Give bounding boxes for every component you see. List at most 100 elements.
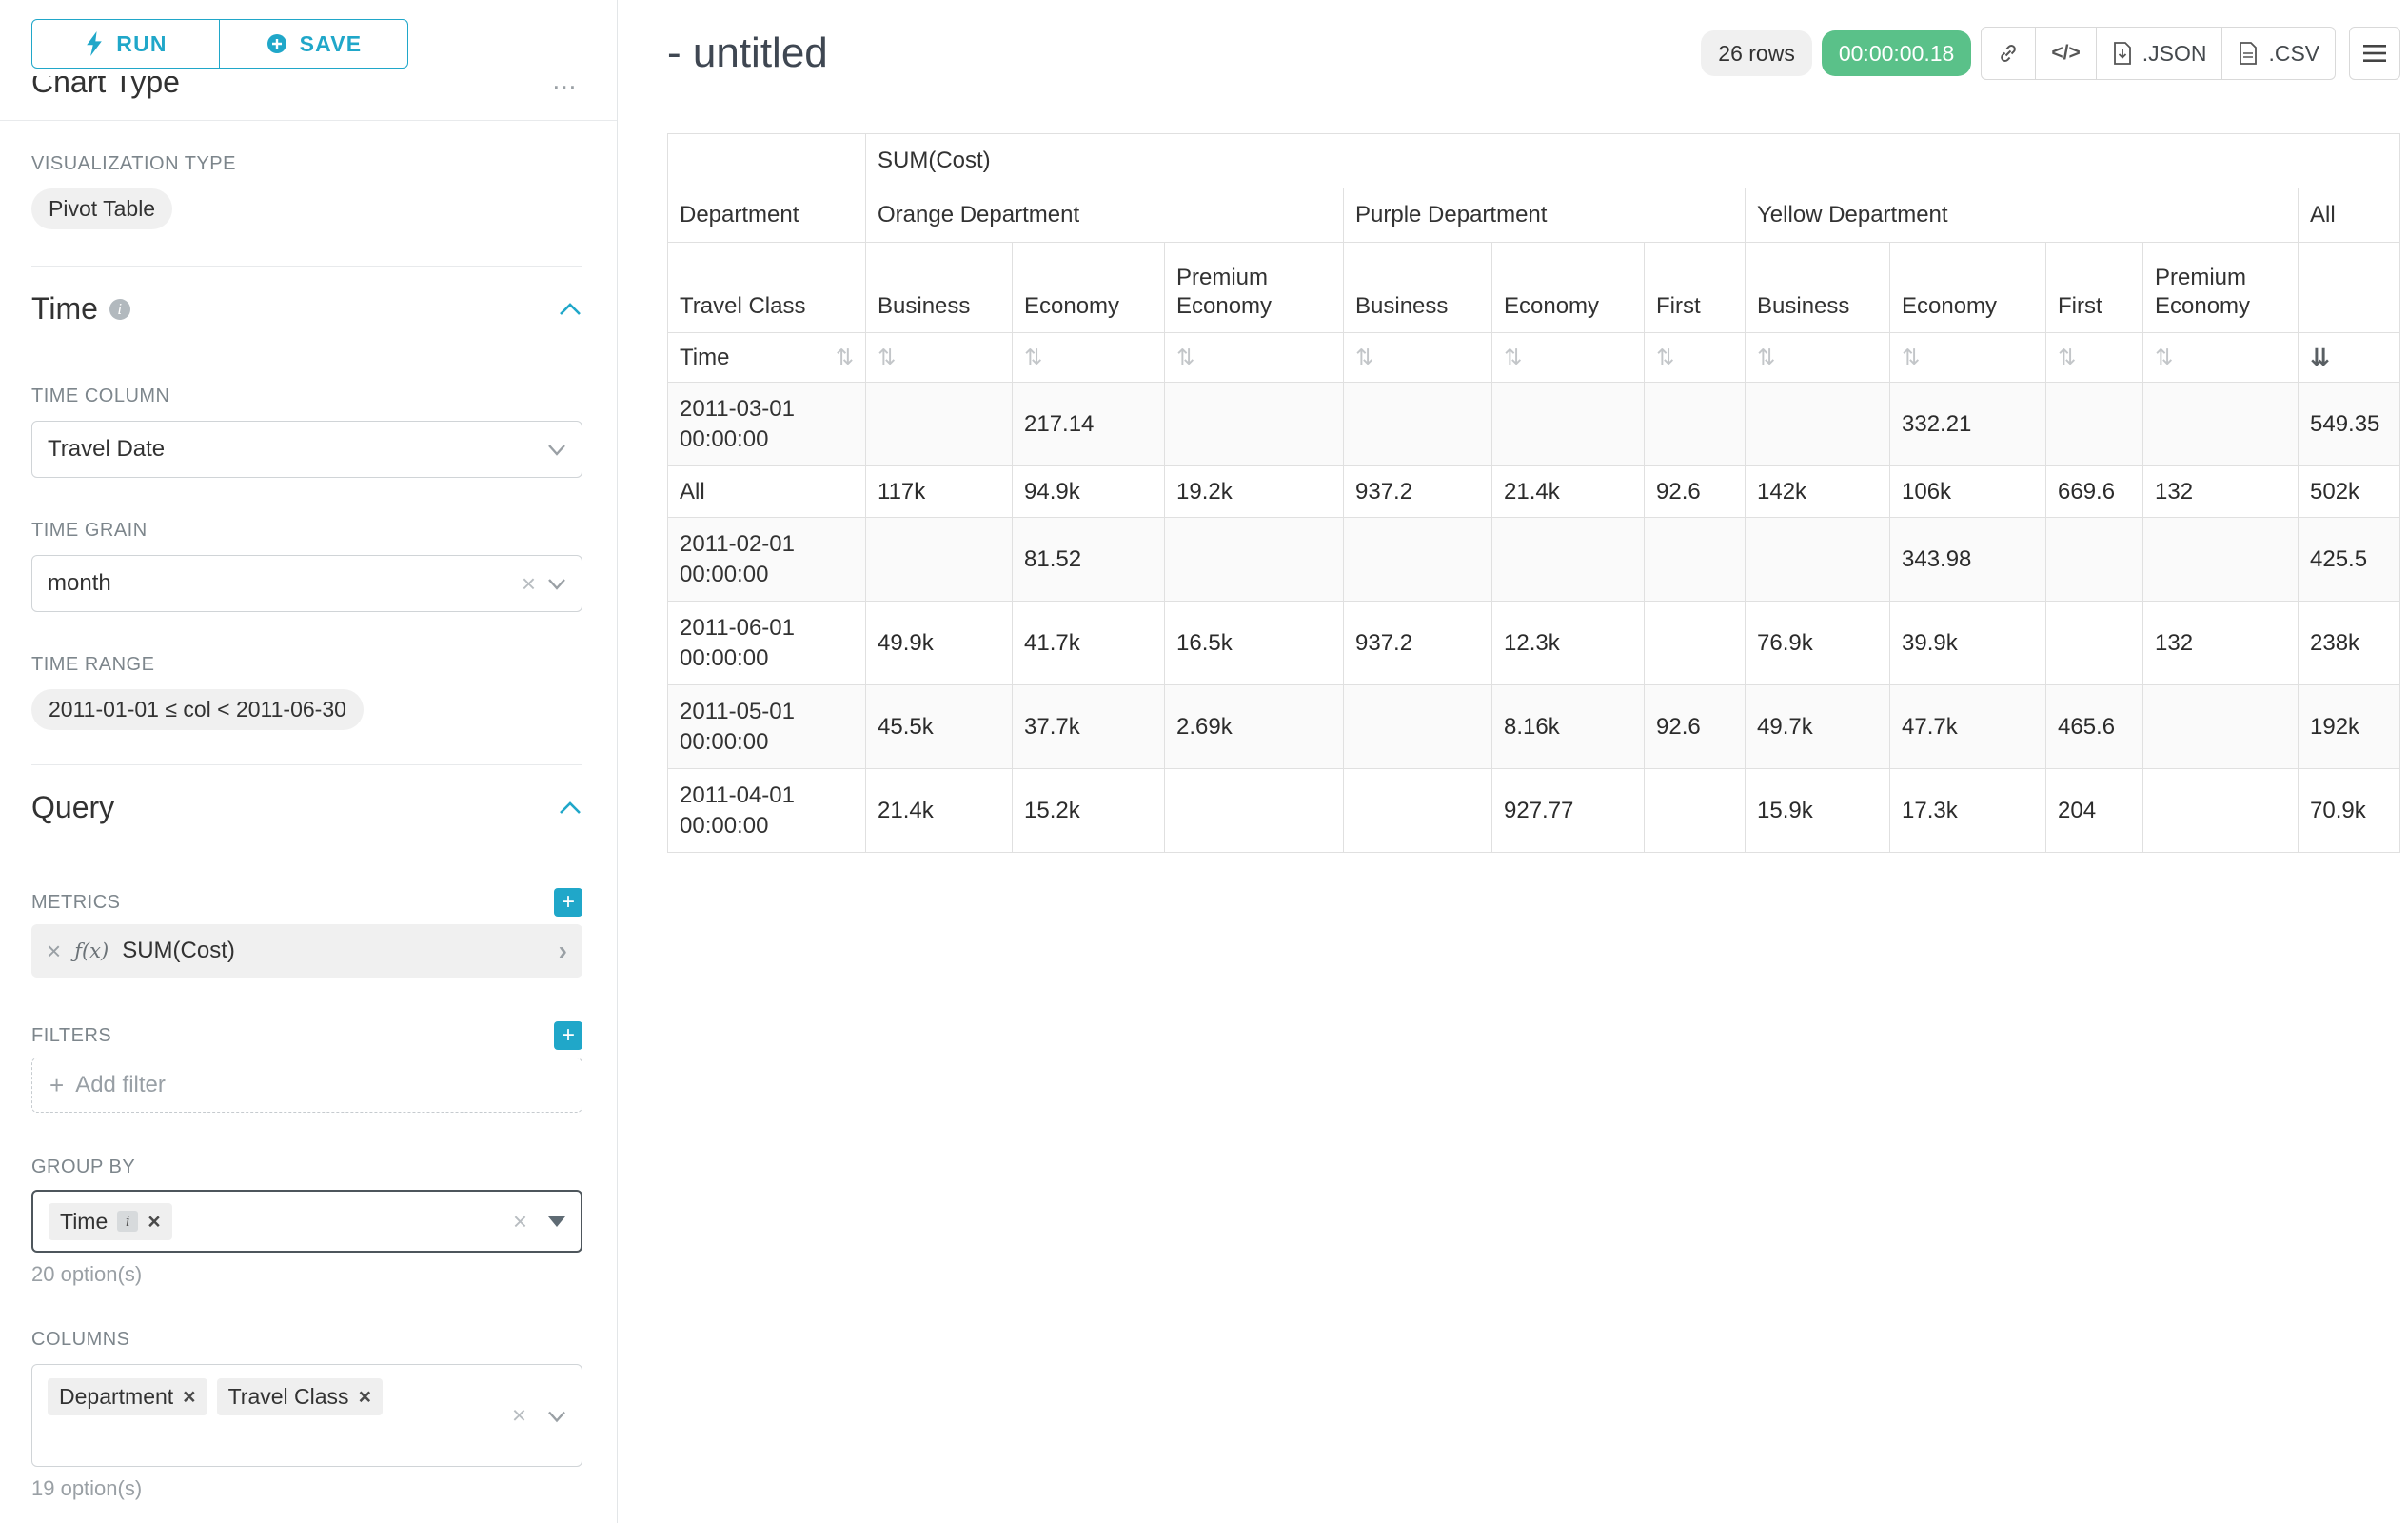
value-cell <box>1746 518 1890 602</box>
value-cell: 549.35 <box>2299 383 2400 466</box>
sort-header-cell: ⇅ <box>1890 333 2046 383</box>
value-cell <box>2046 602 2143 685</box>
bolt-icon <box>84 31 105 56</box>
export-json-button[interactable]: .JSON <box>2097 27 2223 80</box>
sort-header-cell: ⇅ <box>1165 333 1344 383</box>
export-button-group: </> .JSON .CSV <box>1981 27 2336 80</box>
run-save-button-group: RUN SAVE <box>31 19 582 69</box>
sort-header-cell: ⇅ <box>2046 333 2143 383</box>
sort-icon[interactable]: ⇅ <box>2058 346 2076 370</box>
value-cell <box>2143 518 2299 602</box>
selected-option-chip[interactable]: Travel Class× <box>217 1378 383 1415</box>
copy-link-button[interactable] <box>1981 27 2036 80</box>
sort-header-cell: ⇅ <box>1492 333 1645 383</box>
clear-icon[interactable]: × <box>512 1401 526 1431</box>
value-cell: 343.98 <box>1890 518 2046 602</box>
value-cell <box>1645 383 1746 466</box>
viz-type-label: VISUALIZATION TYPE <box>31 153 582 175</box>
add-filter-plus-button[interactable]: + <box>554 1021 582 1050</box>
value-cell: 204 <box>2046 769 2143 853</box>
sort-icon[interactable]: ⇅ <box>1024 346 1042 370</box>
value-cell: 81.52 <box>1013 518 1165 602</box>
row-header-cell: 2011-02-01 00:00:00 <box>668 518 866 602</box>
value-cell: 19.2k <box>1165 466 1344 518</box>
table-header-row: Travel ClassBusinessEconomyPremium Econo… <box>668 243 2400 333</box>
save-button[interactable]: SAVE <box>220 19 408 69</box>
sort-icon[interactable]: ⇅ <box>1176 346 1194 370</box>
add-filter-button[interactable]: + Add filter <box>31 1058 582 1113</box>
value-cell <box>1344 383 1492 466</box>
filters-label: FILTERS <box>31 1025 111 1047</box>
value-cell: 15.2k <box>1013 769 1165 853</box>
chip-label: Department <box>59 1384 173 1410</box>
sort-icon[interactable]: ⇅ <box>1902 346 1920 370</box>
remove-chip-icon[interactable]: × <box>183 1384 195 1410</box>
view-query-button[interactable]: </> <box>2036 27 2096 80</box>
chevron-right-icon[interactable]: › <box>559 936 567 966</box>
sort-icon[interactable]: ⇅ <box>878 346 896 370</box>
value-cell: 41.7k <box>1013 602 1165 685</box>
sort-icon[interactable]: ⇅ <box>2155 346 2173 370</box>
group-by-select[interactable]: Timei× × <box>31 1190 582 1253</box>
department-group-header: Yellow Department <box>1746 188 2299 243</box>
sort-icon[interactable]: ⇅ <box>836 346 854 370</box>
value-cell <box>1344 685 1492 769</box>
add-metric-button[interactable]: + <box>554 888 582 917</box>
add-filter-label: Add filter <box>75 1072 166 1098</box>
sort-header-cell: ⇅ <box>1746 333 1890 383</box>
metric-option[interactable]: × ƒ(x) SUM(Cost) › <box>31 924 582 978</box>
time-range-chip[interactable]: 2011-01-01 ≤ col < 2011-06-30 <box>31 689 364 730</box>
time-grain-select[interactable]: month × <box>31 555 582 612</box>
selected-option-chip[interactable]: Timei× <box>49 1203 172 1240</box>
travel-class-col-header: Business <box>1344 243 1492 333</box>
value-cell: 669.6 <box>2046 466 2143 518</box>
more-options-button[interactable] <box>2349 27 2400 80</box>
value-cell: 39.9k <box>1890 602 2046 685</box>
value-cell: 15.9k <box>1746 769 1890 853</box>
value-cell <box>1645 769 1746 853</box>
sort-icon[interactable]: ⇅ <box>1757 346 1775 370</box>
viz-type-chip[interactable]: Pivot Table <box>31 188 172 229</box>
chevron-up-icon[interactable] <box>558 302 582 317</box>
value-cell <box>1746 383 1890 466</box>
remove-chip-icon[interactable]: × <box>148 1209 160 1235</box>
query-section-header[interactable]: Query <box>31 790 582 825</box>
chart-title[interactable]: - untitled <box>667 30 828 77</box>
columns-options-hint: 19 option(s) <box>31 1476 582 1501</box>
chart-header: - untitled 26 rows 00:00:00.18 </> <box>667 25 2400 82</box>
clear-icon[interactable]: × <box>513 1207 527 1236</box>
value-cell: 92.6 <box>1645 685 1746 769</box>
value-cell: 12.3k <box>1492 602 1645 685</box>
sort-icon[interactable]: ⇅ <box>1656 346 1674 370</box>
selected-option-chip[interactable]: Department × <box>48 1378 207 1415</box>
remove-metric-icon[interactable]: × <box>47 937 61 966</box>
time-column-value: Travel Date <box>48 436 547 463</box>
travel-class-col-header <box>2299 243 2400 333</box>
time-column-select[interactable]: Travel Date <box>31 421 582 478</box>
chart-type-section-header: Chart Type ⋯ <box>31 76 582 107</box>
chevron-down-icon <box>547 436 566 463</box>
query-timer-badge: 00:00:00.18 <box>1822 30 1972 76</box>
time-section-header[interactable]: Time i <box>31 291 582 326</box>
sort-icon[interactable]: ⇅ <box>1504 346 1522 370</box>
chip-label: Time <box>60 1209 108 1235</box>
value-cell: 49.7k <box>1746 685 1890 769</box>
chart-container: - untitled 26 rows 00:00:00.18 </> <box>618 0 2408 1523</box>
remove-chip-icon[interactable]: × <box>359 1384 371 1410</box>
export-csv-button[interactable]: .CSV <box>2222 27 2336 80</box>
value-cell: 76.9k <box>1746 602 1890 685</box>
run-button[interactable]: RUN <box>31 19 220 69</box>
chevron-up-icon[interactable] <box>558 801 582 816</box>
sort-icon[interactable]: ⇅ <box>1355 346 1373 370</box>
clear-icon[interactable]: × <box>522 569 536 599</box>
value-cell <box>866 383 1013 466</box>
divider <box>31 764 582 765</box>
corner-cell <box>668 134 866 188</box>
value-cell <box>1645 518 1746 602</box>
table-row: 2011-06-01 00:00:0049.9k41.7k16.5k937.21… <box>668 602 2400 685</box>
value-cell: 2.69k <box>1165 685 1344 769</box>
divider <box>31 266 582 267</box>
sort-icon[interactable]: ⇊ <box>2310 344 2330 371</box>
json-button-label: .JSON <box>2142 41 2207 67</box>
columns-select[interactable]: Department×Travel Class× × <box>31 1364 582 1467</box>
